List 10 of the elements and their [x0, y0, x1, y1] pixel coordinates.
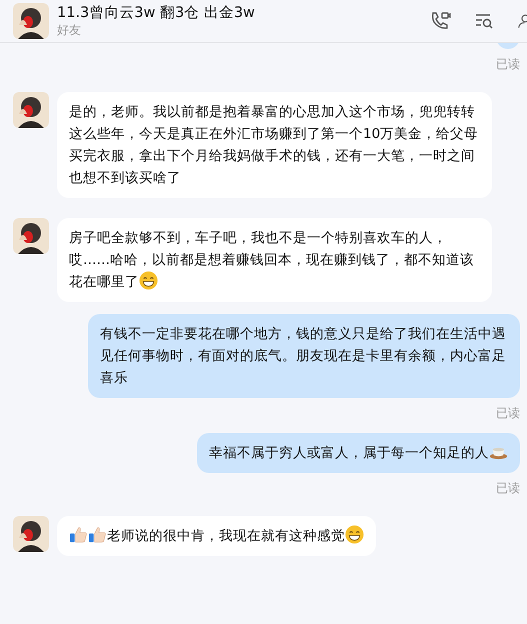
chat-title: 11.3曾向云3w 翻3仓 出金3w [57, 4, 255, 22]
message-bubble: 幸福不属于穷人或富人，属于每一个知足的人 [197, 433, 520, 473]
message-bubble: 有钱不一定非要花在哪个地方，钱的意义只是给了我们在生活中遇见任何事物时，有面对的底气。朋友现在是卡里有余额，内心富足喜乐 [88, 314, 520, 398]
message-bubble: 老师说的很中肯，我现在就有这种感觉 [57, 516, 376, 556]
read-receipt: 已读 [495, 480, 520, 496]
read-receipt: 已读 [495, 56, 520, 72]
message-bubble: 是的，老师。我以前都是抱着暴富的心思加入这个市场，兜兜转转这么些年，今天是真正在外汇市场赚到了第一个10万美金，给父母买完衣服，拿出下个月给我妈做手术的钱，还有一大笔，一时之间也想不到该买啥了 [57, 92, 492, 198]
message-bubble: 房子吧全款够不到，车子吧，我也不是一个特别喜欢车的人，哎……哈哈，以前都是想着赚钱回本，现在赚到钱了，都不知道该花在哪里了 [57, 218, 492, 302]
read-receipt: 已读 [495, 405, 520, 421]
contact-label: 好友 [57, 22, 82, 38]
